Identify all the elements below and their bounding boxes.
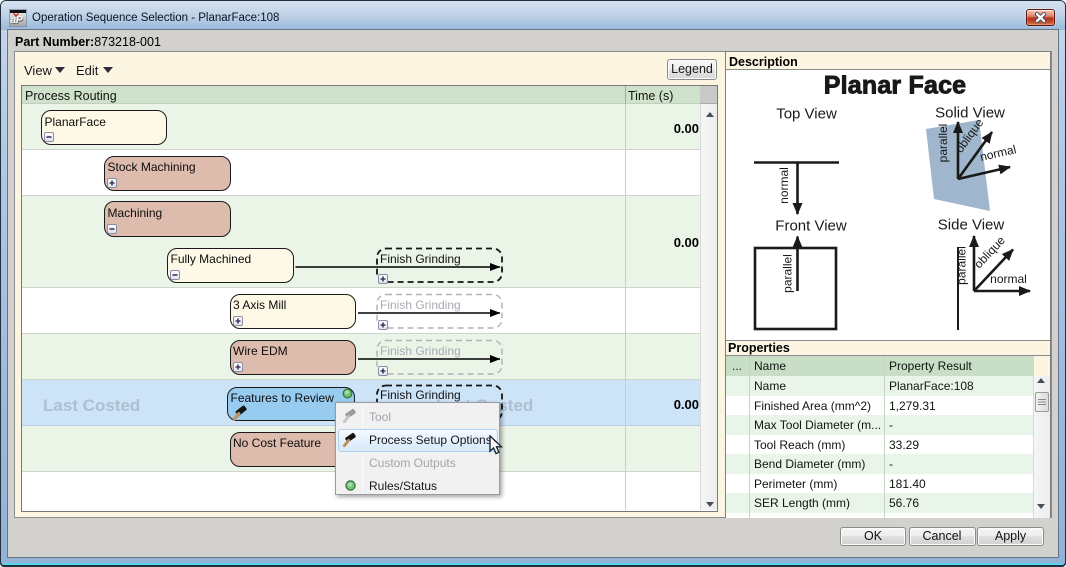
- svg-text:normal: normal: [777, 167, 791, 204]
- svg-text:parallel: parallel: [936, 124, 950, 163]
- svg-text:parallel: parallel: [955, 246, 969, 285]
- svg-text:parallel: parallel: [781, 254, 795, 293]
- svg-text:Side View: Side View: [938, 217, 1005, 234]
- svg-text:Front View: Front View: [775, 218, 847, 235]
- svg-text:Solid View: Solid View: [935, 105, 1005, 122]
- svg-text:normal: normal: [990, 272, 1027, 286]
- svg-text:normal: normal: [979, 142, 1018, 164]
- svg-text:oblique: oblique: [971, 233, 1008, 271]
- svg-text:Planar Face: Planar Face: [824, 72, 967, 100]
- svg-text:Top View: Top View: [776, 106, 837, 123]
